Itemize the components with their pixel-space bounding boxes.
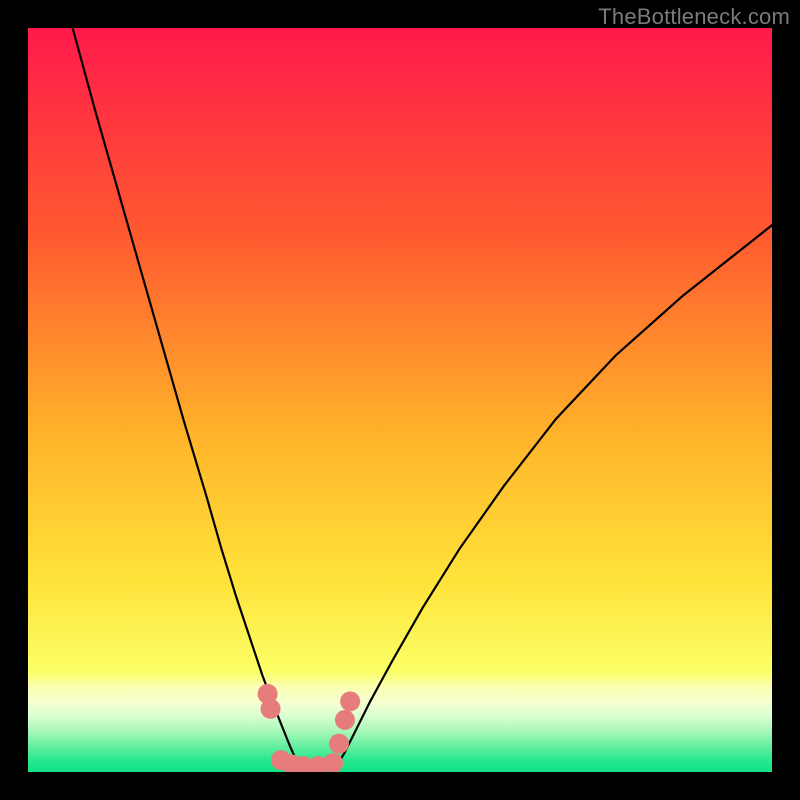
plot-background xyxy=(28,28,772,772)
watermark-text: TheBottleneck.com xyxy=(598,4,790,30)
bridge-bead xyxy=(340,691,360,711)
bridge-bead xyxy=(329,734,349,754)
bridge-bead xyxy=(261,699,281,719)
bottleneck-chart xyxy=(28,28,772,772)
chart-frame: TheBottleneck.com xyxy=(0,0,800,800)
bridge-bead xyxy=(335,710,355,730)
